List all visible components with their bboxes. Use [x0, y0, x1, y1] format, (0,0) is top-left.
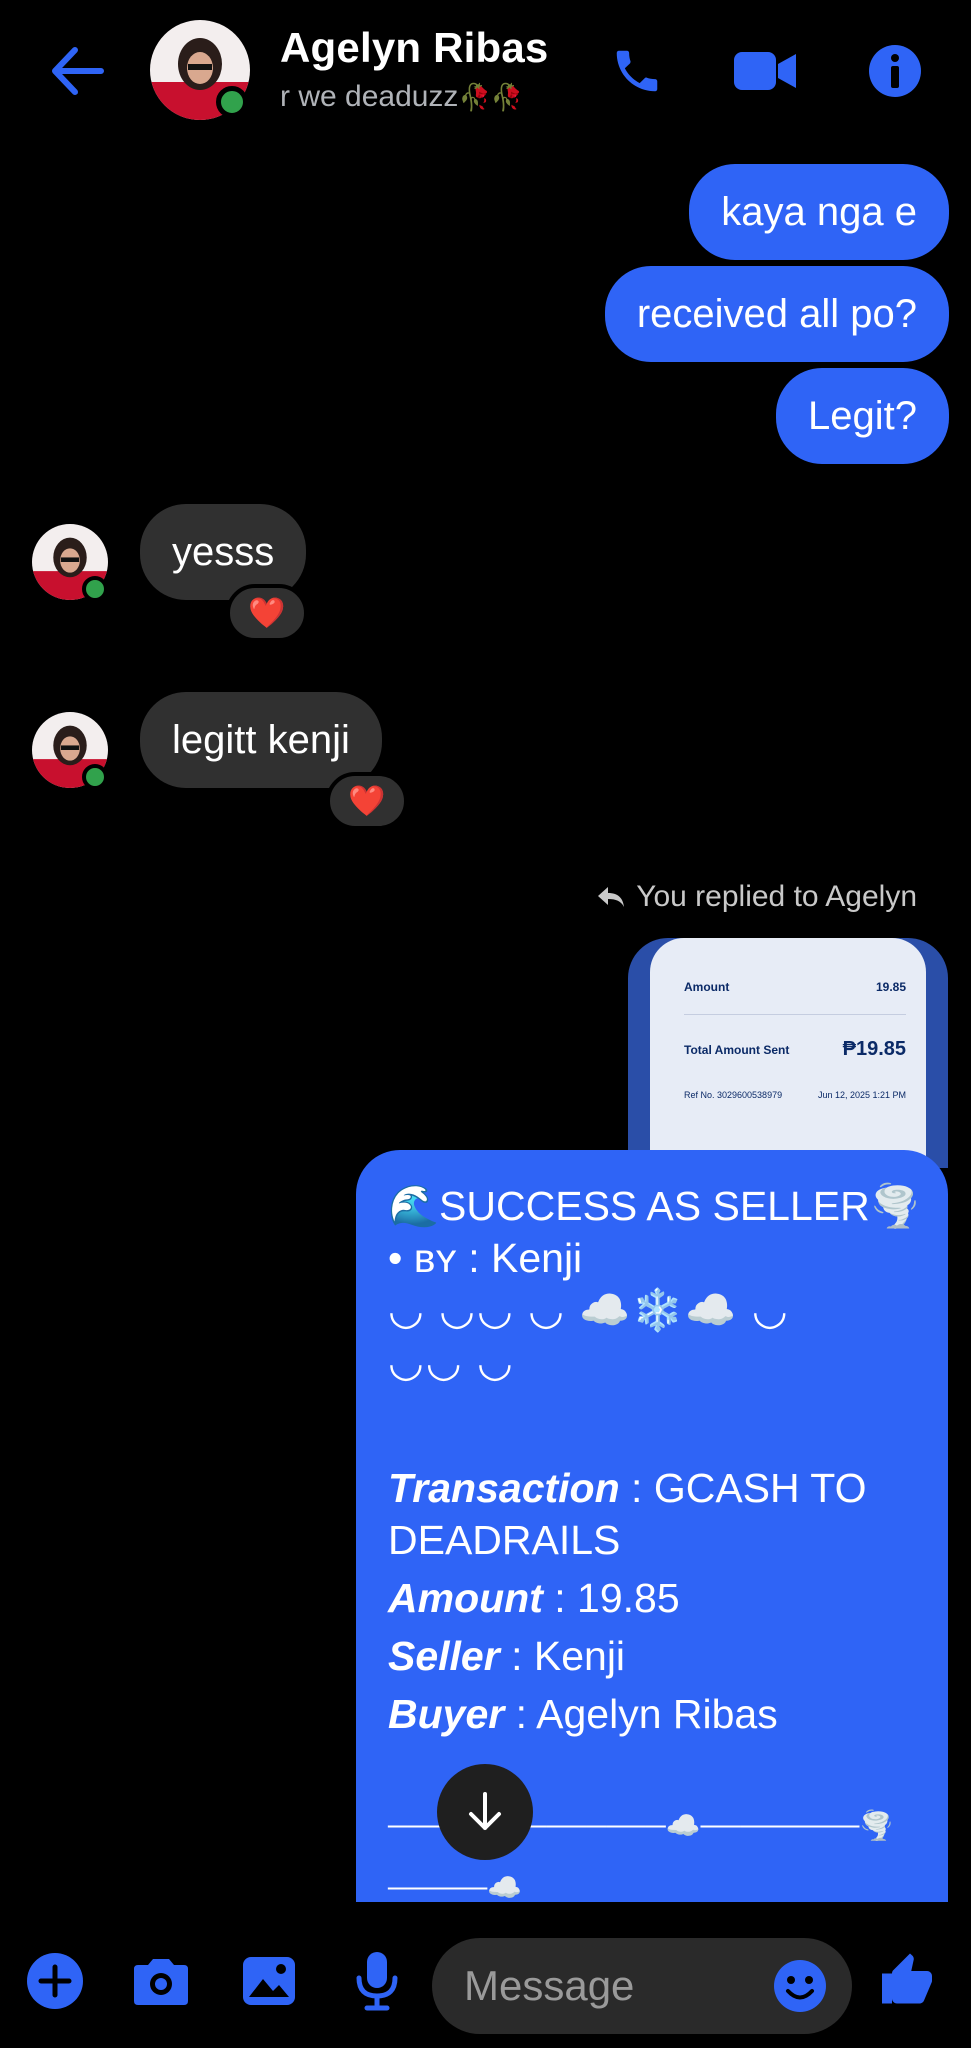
card-divider: ─────☁️ — [388, 1872, 523, 1903]
receipt-label: Ref No. 3029600538979 — [684, 1090, 783, 1100]
add-button[interactable] — [20, 1946, 90, 2016]
microphone-icon — [356, 1952, 398, 2011]
receipt-value: Jun 12, 2025 1:21 PM — [817, 1090, 906, 1100]
online-indicator — [216, 86, 248, 118]
card-value: : GCASH TO — [619, 1465, 867, 1511]
card-decoration: ◡◡ ◡ — [388, 1339, 515, 1385]
card-value: : 19.85 — [542, 1575, 680, 1621]
back-button[interactable] — [42, 40, 112, 102]
info-button[interactable] — [860, 36, 930, 106]
online-indicator — [82, 764, 108, 790]
replied-image-preview[interactable]: Amount 19.85 Total Amount Sent ₱19.85 Re… — [628, 938, 948, 1168]
receipt-value: ₱19.85 — [842, 1038, 906, 1060]
card-label: Buyer — [388, 1691, 505, 1737]
card-value: : Kenji — [499, 1633, 626, 1679]
heart-reaction[interactable]: ❤️ — [226, 584, 308, 642]
card-label: Amount — [388, 1575, 543, 1621]
image-icon — [243, 1957, 295, 2005]
message-input-container — [432, 1938, 852, 2034]
camera-icon — [134, 1959, 188, 2005]
info-icon — [869, 45, 921, 97]
status-emoji: 🥀🥀 — [458, 82, 524, 112]
chat-header: Agelyn Ribas r we deaduzz🥀🥀 — [0, 0, 971, 145]
video-camera-icon — [734, 52, 796, 90]
phone-icon — [616, 50, 658, 92]
receipt-row: Ref No. 3029600538979 Jun 12, 2025 1:21 … — [684, 1090, 906, 1100]
plus-circle-icon — [27, 1953, 83, 2009]
card-label: Seller — [388, 1633, 500, 1679]
outgoing-message[interactable]: received all po? — [604, 266, 949, 362]
arrow-down-icon — [469, 1792, 501, 1830]
outgoing-message[interactable]: kaya nga e — [689, 164, 949, 260]
message-input[interactable] — [464, 1938, 764, 2034]
voice-button[interactable] — [342, 1946, 412, 2016]
thumbs-up-icon — [882, 1953, 932, 2004]
card-heading: 🌊SUCCESS AS SELLER🌪️ — [388, 1183, 921, 1229]
card-label: Transaction — [388, 1465, 620, 1511]
online-indicator — [82, 576, 108, 602]
call-button[interactable] — [602, 36, 672, 106]
card-transaction: Transaction : GCASH TO — [388, 1462, 916, 1514]
contact-status-text: r we deaduzz — [280, 80, 459, 113]
like-button[interactable] — [872, 1946, 942, 2016]
receipt-row: Amount 19.85 — [684, 980, 906, 994]
gallery-button[interactable] — [234, 1946, 304, 2016]
message-composer — [0, 1910, 971, 2048]
outgoing-message[interactable]: Legit? — [776, 368, 949, 464]
arrow-left-icon — [52, 47, 104, 95]
card-amount: Amount : 19.85 — [388, 1572, 916, 1624]
reply-note-text: You replied to Agelyn — [636, 880, 917, 913]
receipt-label: Amount — [684, 980, 730, 994]
card-by-line: • ʙʏ : Kenji — [388, 1235, 583, 1281]
card-decoration: ◡ ◡◡ ◡ ☁️❄️☁️ ◡ — [388, 1287, 790, 1333]
contact-status: r we deaduzz🥀🥀 — [280, 80, 523, 114]
smiley-icon — [774, 1960, 826, 2012]
receipt-screenshot: Amount 19.85 Total Amount Sent ₱19.85 Re… — [650, 938, 926, 1168]
card-seller: Seller : Kenji — [388, 1630, 916, 1682]
heart-reaction[interactable]: ❤️ — [326, 772, 408, 830]
reply-indicator: You replied to Agelyn — [596, 880, 917, 914]
receipt-label: Total Amount Sent — [684, 1042, 790, 1057]
emoji-button[interactable] — [772, 1958, 828, 2014]
camera-button[interactable] — [126, 1946, 196, 2016]
card-transaction-cont: DEADRAILS — [388, 1517, 621, 1563]
receipt-value: 19.85 — [875, 980, 906, 994]
reply-arrow-icon — [598, 887, 625, 907]
scroll-to-bottom-button[interactable] — [437, 1764, 533, 1860]
receipt-row: Total Amount Sent ₱19.85 — [684, 1038, 906, 1061]
video-call-button[interactable] — [730, 36, 800, 106]
card-value: : Agelyn Ribas — [504, 1691, 778, 1737]
contact-name[interactable]: Agelyn Ribas — [280, 24, 548, 72]
card-buyer: Buyer : Agelyn Ribas — [388, 1688, 916, 1740]
